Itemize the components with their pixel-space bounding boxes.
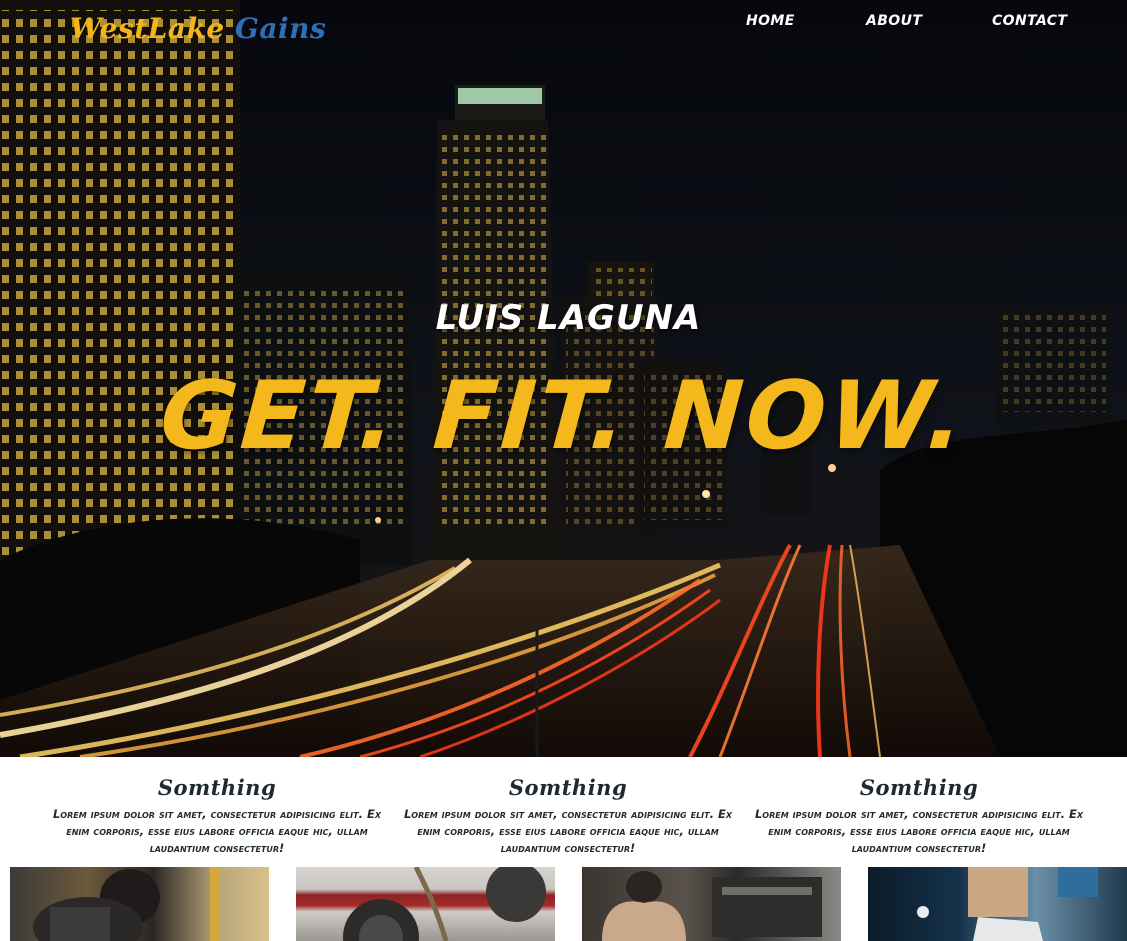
man-lifting-photo bbox=[33, 867, 220, 941]
nav-link-about[interactable]: ABOUT bbox=[866, 13, 922, 29]
man-stretching-photo bbox=[602, 871, 822, 941]
feature-title: Somthing bbox=[157, 775, 277, 800]
feature-card: Somthing Lorem ipsum dolor sit amet, con… bbox=[47, 775, 387, 857]
gallery-image-man-lifting[interactable] bbox=[10, 867, 269, 941]
hero-section: WestLake Gains HOME ABOUT CONTACT LUIS L… bbox=[0, 0, 1127, 757]
main-nav: HOME ABOUT CONTACT bbox=[0, 13, 1127, 33]
feature-text: Lorem ipsum dolor sit amet, consectetur … bbox=[754, 807, 1084, 855]
nav-link-home[interactable]: HOME bbox=[746, 13, 795, 29]
feature-title: Somthing bbox=[508, 775, 628, 800]
gallery-image-runner[interactable] bbox=[868, 867, 1127, 941]
feature-title: Somthing bbox=[859, 775, 979, 800]
runner-shoes-photo bbox=[917, 867, 1098, 941]
features-section: Somthing Lorem ipsum dolor sit amet, con… bbox=[0, 757, 1127, 867]
gallery-image-barbell[interactable] bbox=[296, 867, 555, 941]
gallery-image-man-stretching[interactable] bbox=[582, 867, 841, 941]
feature-card: Somthing Lorem ipsum dolor sit amet, con… bbox=[749, 775, 1089, 857]
feature-text: Lorem ipsum dolor sit amet, consectetur … bbox=[403, 807, 733, 855]
feature-text: Lorem ipsum dolor sit amet, consectetur … bbox=[52, 807, 382, 855]
nav-link-contact[interactable]: CONTACT bbox=[992, 13, 1067, 29]
barbell-plates-photo bbox=[343, 867, 546, 941]
feature-card: Somthing Lorem ipsum dolor sit amet, con… bbox=[398, 775, 738, 857]
hero-slogan: GET. FIT. NOW. bbox=[156, 362, 971, 471]
photo-gallery bbox=[0, 867, 1127, 941]
hero-name: LUIS LAGUNA bbox=[435, 298, 702, 338]
